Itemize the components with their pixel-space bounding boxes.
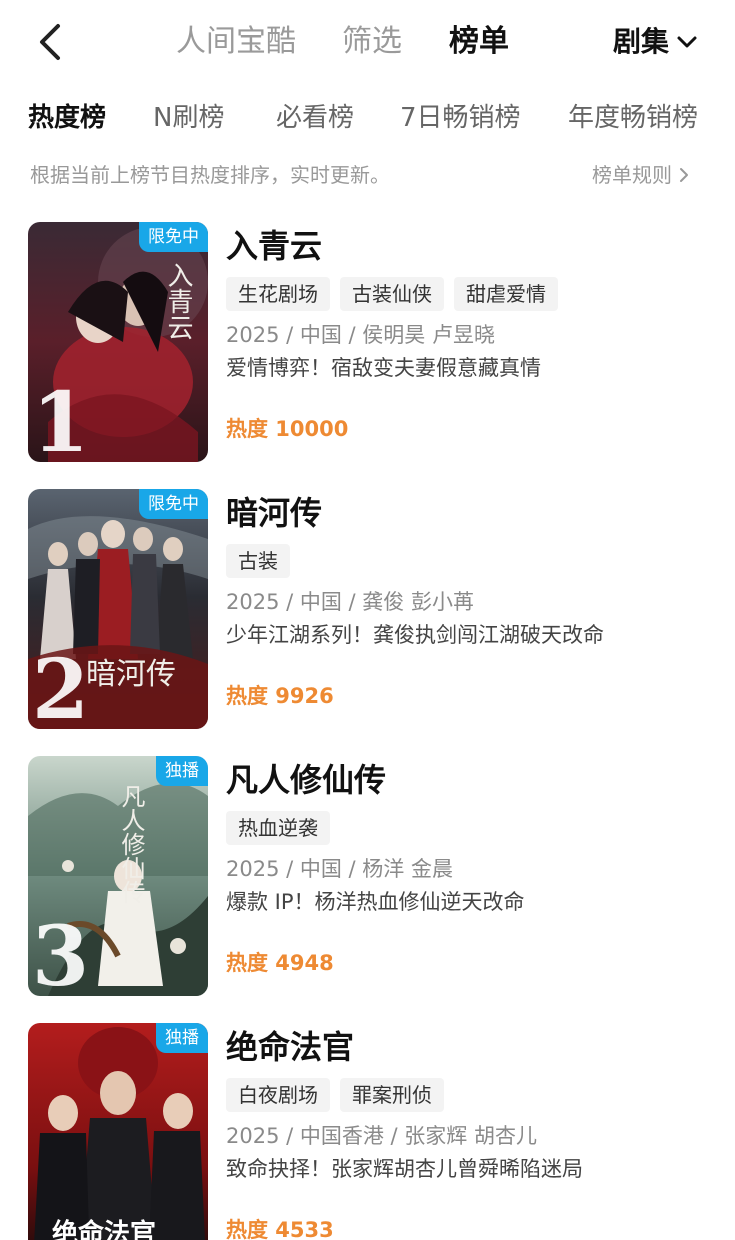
show-meta: 2025 / 中国 / 龚俊 彭小苒 xyxy=(226,590,474,614)
show-tags: 古装 xyxy=(226,544,290,578)
subtab-annual-bestseller[interactable]: 年度畅销榜 xyxy=(568,100,698,136)
poster-title-art: 入青云 xyxy=(163,262,193,340)
chevron-down-icon xyxy=(677,36,697,48)
subtab-7day-bestseller[interactable]: 7日畅销榜 xyxy=(400,100,521,136)
show-heat-score: 热度 9926 xyxy=(226,684,334,708)
show-meta: 2025 / 中国 / 侯明昊 卢昱晓 xyxy=(226,323,495,347)
poster-title-art: 绝命法官 xyxy=(52,1219,157,1240)
poster-title-art: 凡人修仙传 xyxy=(117,784,145,904)
back-button[interactable] xyxy=(30,20,70,64)
show-meta: 2025 / 中国 / 杨洋 金晨 xyxy=(226,857,453,881)
show-summary: 少年江湖系列！龚俊执剑闯江湖破天改命 xyxy=(226,623,604,647)
poster-artwork xyxy=(28,1023,208,1240)
subtab-hot[interactable]: 热度榜 xyxy=(28,100,106,136)
availability-badge: 独播 xyxy=(156,756,208,786)
show-list-item[interactable]: 凡人修仙传 独播 3 凡人修仙传 热血逆袭 2025 / 中国 / 杨洋 金晨 … xyxy=(0,756,735,1001)
show-tag[interactable]: 甜虐爱情 xyxy=(454,277,558,311)
availability-badge: 限免中 xyxy=(139,489,208,519)
show-list-item[interactable]: 入青云 限免中 1 入青云 生花剧场 古装仙侠 甜虐爱情 2025 / 中国 /… xyxy=(0,222,735,467)
show-summary: 爆款 IP！杨洋热血修仙逆天改命 xyxy=(226,890,525,914)
show-list-item[interactable]: 暗河传 限免中 2 暗河传 古装 2025 / 中国 / 龚俊 彭小苒 少年江湖… xyxy=(0,489,735,734)
rank-number: 1 xyxy=(32,375,90,462)
subtab-must-watch[interactable]: 必看榜 xyxy=(276,100,354,136)
ranking-rules-link[interactable]: 榜单规则 xyxy=(592,160,692,190)
subtab-n-rewatch[interactable]: N刷榜 xyxy=(153,100,224,136)
show-tags: 白夜剧场 罪案刑侦 xyxy=(226,1078,444,1112)
show-poster[interactable]: 入青云 限免中 1 xyxy=(28,222,208,462)
show-poster[interactable]: 凡人修仙传 独播 3 xyxy=(28,756,208,996)
show-tag[interactable]: 白夜剧场 xyxy=(226,1078,330,1112)
ranking-rules-label: 榜单规则 xyxy=(592,163,672,187)
genre-dropdown[interactable]: 剧集 xyxy=(613,22,699,62)
chevron-right-icon xyxy=(680,168,688,182)
availability-badge: 限免中 xyxy=(139,222,208,252)
tab-treasure[interactable]: 人间宝酷 xyxy=(176,22,296,62)
show-tags: 生花剧场 古装仙侠 甜虐爱情 xyxy=(226,277,558,311)
show-heat-score: 热度 10000 xyxy=(226,417,349,441)
rank-number: 3 xyxy=(32,909,90,996)
show-tag[interactable]: 古装 xyxy=(226,544,290,578)
show-summary: 爱情博弈！宿敌变夫妻假意藏真情 xyxy=(226,356,541,380)
top-nav-bar: 人间宝酷 筛选 榜单 剧集 xyxy=(0,0,735,82)
show-poster[interactable]: 绝命法官 独播 xyxy=(28,1023,208,1240)
show-summary: 致命抉择！张家辉胡杏儿曾舜晞陷迷局 xyxy=(226,1157,583,1181)
chevron-left-icon xyxy=(40,24,60,60)
show-tag[interactable]: 热血逆袭 xyxy=(226,811,330,845)
show-heat-score: 热度 4533 xyxy=(226,1218,334,1240)
poster-title-art: 暗河传 xyxy=(86,657,176,692)
show-list-item[interactable]: 绝命法官 独播 绝命法官 白夜剧场 罪案刑侦 2025 / 中国香港 / 张家辉… xyxy=(0,1023,735,1240)
tab-filter[interactable]: 筛选 xyxy=(342,22,402,62)
tab-rankings[interactable]: 榜单 xyxy=(449,22,509,62)
show-title[interactable]: 暗河传 xyxy=(226,491,322,535)
show-tag[interactable]: 生花剧场 xyxy=(226,277,330,311)
show-title[interactable]: 凡人修仙传 xyxy=(226,758,386,802)
ranking-description: 根据当前上榜节目热度排序，实时更新。 xyxy=(30,163,390,187)
show-poster[interactable]: 暗河传 限免中 2 xyxy=(28,489,208,729)
show-tag[interactable]: 罪案刑侦 xyxy=(340,1078,444,1112)
availability-badge: 独播 xyxy=(156,1023,208,1053)
show-tag[interactable]: 古装仙侠 xyxy=(340,277,444,311)
rank-number: 2 xyxy=(32,642,90,729)
show-tags: 热血逆袭 xyxy=(226,811,330,845)
show-meta: 2025 / 中国香港 / 张家辉 胡杏儿 xyxy=(226,1124,537,1148)
genre-dropdown-label: 剧集 xyxy=(613,25,670,58)
show-heat-score: 热度 4948 xyxy=(226,951,334,975)
show-title[interactable]: 绝命法官 xyxy=(226,1025,354,1069)
show-title[interactable]: 入青云 xyxy=(226,224,322,268)
